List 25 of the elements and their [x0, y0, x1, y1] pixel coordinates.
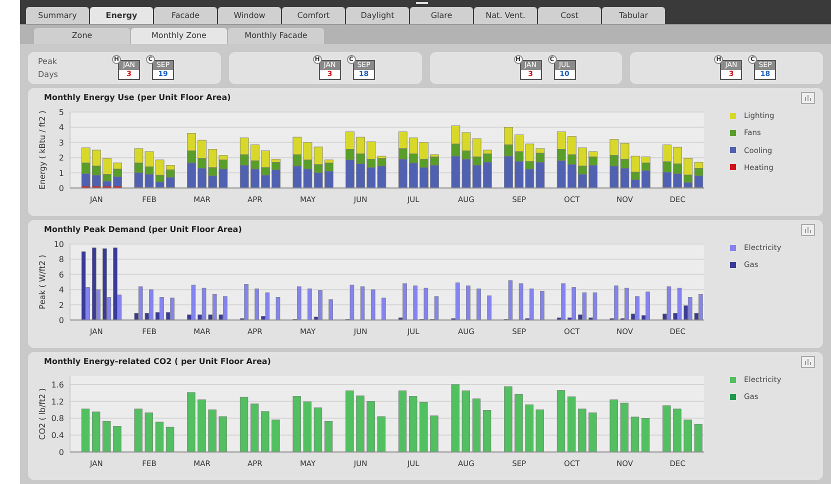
y-tick-label: 5	[58, 108, 64, 117]
y-tick-label: 2	[58, 154, 64, 163]
y-tick-label: 4	[58, 123, 64, 132]
chart-title: Monthly Energy Use (per Unit Floor Area)	[44, 92, 231, 104]
y-tick-label: 0	[58, 448, 64, 457]
y-tick-label: 10	[54, 240, 64, 249]
y-axis-label: CO2 ( lb/ft2 )	[38, 388, 47, 440]
y-tick-label: 0.4	[51, 431, 64, 440]
y-tick-label: 6	[58, 270, 64, 280]
y-axis-label: Energy ( kBtu / ft2 )	[38, 110, 47, 190]
chart-title: Monthly Peak Demand (per Unit Floor Area)	[44, 224, 242, 236]
chart-title: Monthly Energy-related CO2 ( per Unit Floor Area)	[44, 356, 271, 368]
y-tick-label: 4	[58, 286, 64, 295]
y-tick-label: 1	[58, 168, 64, 178]
y-tick-label: 0	[58, 184, 64, 193]
y-axis-label: Peak ( W/ft2 )	[38, 254, 47, 310]
y-tick-label: 1.6	[51, 380, 64, 390]
y-tick-label: 1.2	[51, 397, 64, 406]
y-tick-label: 8	[58, 255, 64, 264]
y-tick-label: 0.8	[51, 414, 64, 424]
y-tick-label: 2	[58, 300, 64, 310]
y-tick-label: 0	[58, 316, 64, 325]
y-tick-label: 3	[58, 138, 64, 148]
peak-days-label: Peak	[38, 56, 58, 68]
peak-days-label: Days	[38, 69, 59, 81]
